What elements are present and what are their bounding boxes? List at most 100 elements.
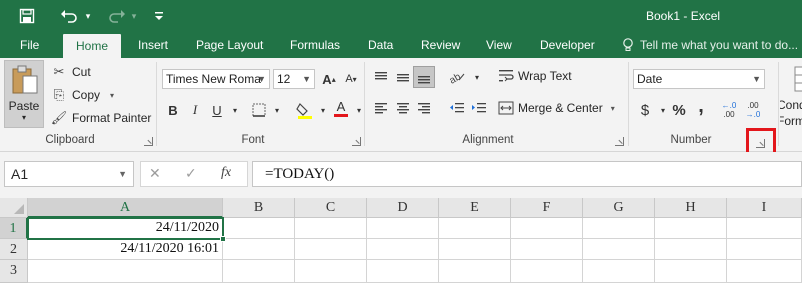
decrease-font-size-button[interactable]: A ▾ bbox=[340, 68, 362, 90]
column-header-i[interactable]: I bbox=[727, 198, 802, 218]
font-name-combo[interactable]: Times New Roma ▼ bbox=[162, 69, 270, 89]
row-header-2[interactable]: 2 bbox=[0, 239, 28, 260]
cell-d3[interactable] bbox=[367, 260, 439, 283]
merge-center-button[interactable]: Merge & Center ▾ bbox=[498, 100, 615, 116]
copy-dropdown-icon[interactable]: ▾ bbox=[110, 91, 114, 100]
conditional-formatting-button[interactable]: Conditional Formatting bbox=[780, 62, 802, 132]
cell-f2[interactable] bbox=[511, 239, 583, 260]
redo-icon[interactable] bbox=[106, 6, 128, 26]
merge-dropdown-icon[interactable]: ▾ bbox=[611, 104, 615, 113]
tab-view[interactable]: View bbox=[478, 32, 520, 58]
middle-align-button[interactable] bbox=[392, 66, 414, 88]
cell-h1[interactable] bbox=[655, 218, 727, 239]
cell-a1[interactable]: 24/11/2020 bbox=[27, 217, 224, 240]
column-header-c[interactable]: C bbox=[295, 198, 367, 218]
bold-button[interactable]: B bbox=[162, 99, 184, 121]
formula-input[interactable]: =TODAY() bbox=[252, 161, 802, 187]
align-right-button[interactable] bbox=[413, 97, 435, 119]
fill-handle[interactable] bbox=[220, 236, 226, 242]
orientation-dropdown-icon[interactable]: ▾ bbox=[466, 66, 488, 88]
increase-indent-button[interactable] bbox=[468, 97, 490, 119]
tab-review[interactable]: Review bbox=[413, 32, 468, 58]
font-size-combo[interactable]: 12 ▼ bbox=[273, 69, 315, 89]
cell-b3[interactable] bbox=[223, 260, 295, 283]
font-color-dropdown-icon[interactable]: ▾ bbox=[348, 99, 370, 121]
tell-me-box[interactable]: Tell me what you want to do... bbox=[622, 32, 798, 58]
row-header-1[interactable]: 1 bbox=[0, 218, 28, 239]
column-header-g[interactable]: G bbox=[583, 198, 655, 218]
decrease-indent-button[interactable] bbox=[446, 97, 468, 119]
cell-f1[interactable] bbox=[511, 218, 583, 239]
column-header-h[interactable]: H bbox=[655, 198, 727, 218]
cell-a2[interactable]: 24/11/2020 16:01 bbox=[28, 239, 223, 260]
cell-c2[interactable] bbox=[295, 239, 367, 260]
alignment-launcher-icon[interactable] bbox=[615, 137, 624, 146]
column-header-a[interactable]: A bbox=[28, 198, 223, 218]
name-box[interactable]: A1 ▼ bbox=[4, 161, 134, 187]
tab-formulas[interactable]: Formulas bbox=[282, 32, 348, 58]
bottom-align-button[interactable] bbox=[413, 66, 435, 88]
select-all-button[interactable] bbox=[0, 198, 28, 218]
cell-g2[interactable] bbox=[583, 239, 655, 260]
cell-e3[interactable] bbox=[439, 260, 511, 283]
undo-dropdown-icon[interactable]: ▾ bbox=[82, 6, 94, 26]
cell-i1[interactable] bbox=[727, 218, 802, 239]
comma-button[interactable]: , bbox=[690, 95, 712, 117]
font-launcher-icon[interactable] bbox=[352, 137, 361, 146]
number-format-combo[interactable]: Date ▼ bbox=[633, 69, 765, 89]
column-header-b[interactable]: B bbox=[223, 198, 295, 218]
tab-home[interactable]: Home bbox=[63, 34, 121, 58]
copy-button[interactable]: ⎘ Copy ▾ bbox=[50, 86, 114, 104]
percent-button[interactable]: % bbox=[668, 99, 690, 121]
italic-button[interactable]: I bbox=[184, 99, 206, 121]
paste-button[interactable]: Paste ▾ bbox=[4, 60, 44, 128]
enter-icon[interactable]: ✓ bbox=[185, 165, 197, 182]
tab-insert[interactable]: Insert bbox=[130, 32, 176, 58]
row-header-3[interactable]: 3 bbox=[0, 260, 28, 283]
increase-decimal-button[interactable]: ←.0.00 bbox=[718, 99, 740, 121]
cell-i3[interactable] bbox=[727, 260, 802, 283]
cell-h2[interactable] bbox=[655, 239, 727, 260]
undo-icon[interactable] bbox=[58, 6, 80, 26]
customize-qat-icon[interactable] bbox=[152, 6, 166, 26]
cell-g3[interactable] bbox=[583, 260, 655, 283]
cell-c1[interactable] bbox=[295, 218, 367, 239]
paste-dropdown-icon[interactable]: ▾ bbox=[5, 113, 43, 122]
top-align-button[interactable] bbox=[370, 66, 392, 88]
borders-dropdown-icon[interactable]: ▾ bbox=[266, 99, 288, 121]
align-left-button[interactable] bbox=[370, 97, 392, 119]
cell-b2[interactable] bbox=[223, 239, 295, 260]
cell-f3[interactable] bbox=[511, 260, 583, 283]
save-icon[interactable] bbox=[16, 6, 38, 26]
cell-a3[interactable] bbox=[28, 260, 223, 283]
insert-function-icon[interactable]: fx bbox=[221, 165, 231, 181]
cell-e2[interactable] bbox=[439, 239, 511, 260]
tab-developer[interactable]: Developer bbox=[532, 32, 603, 58]
cell-d2[interactable] bbox=[367, 239, 439, 260]
cell-h3[interactable] bbox=[655, 260, 727, 283]
cut-button[interactable]: ✂ Cut bbox=[50, 63, 91, 81]
orientation-button[interactable]: ab bbox=[446, 66, 468, 88]
column-header-d[interactable]: D bbox=[367, 198, 439, 218]
decrease-decimal-button[interactable]: .00 →.0 bbox=[742, 99, 764, 121]
tab-data[interactable]: Data bbox=[360, 32, 401, 58]
format-painter-button[interactable]: 🖌 Format Painter bbox=[50, 109, 152, 127]
clipboard-launcher-icon[interactable] bbox=[144, 137, 153, 146]
increase-font-size-button[interactable]: A ▴ bbox=[318, 68, 340, 90]
wrap-text-button[interactable]: Wrap Text bbox=[498, 68, 572, 84]
column-header-f[interactable]: F bbox=[511, 198, 583, 218]
cell-g1[interactable] bbox=[583, 218, 655, 239]
tab-page-layout[interactable]: Page Layout bbox=[188, 32, 271, 58]
redo-dropdown-icon[interactable]: ▾ bbox=[128, 6, 140, 26]
cell-d1[interactable] bbox=[367, 218, 439, 239]
cell-i2[interactable] bbox=[727, 239, 802, 260]
tab-file[interactable]: File bbox=[12, 32, 47, 58]
conditional-formatting-icon bbox=[794, 66, 802, 92]
underline-dropdown-icon[interactable]: ▾ bbox=[224, 99, 246, 121]
cell-b1[interactable] bbox=[223, 218, 295, 239]
cancel-icon[interactable]: ✕ bbox=[149, 165, 161, 182]
cell-c3[interactable] bbox=[295, 260, 367, 283]
cell-e1[interactable] bbox=[439, 218, 511, 239]
align-center-button[interactable] bbox=[392, 97, 414, 119]
column-header-e[interactable]: E bbox=[439, 198, 511, 218]
